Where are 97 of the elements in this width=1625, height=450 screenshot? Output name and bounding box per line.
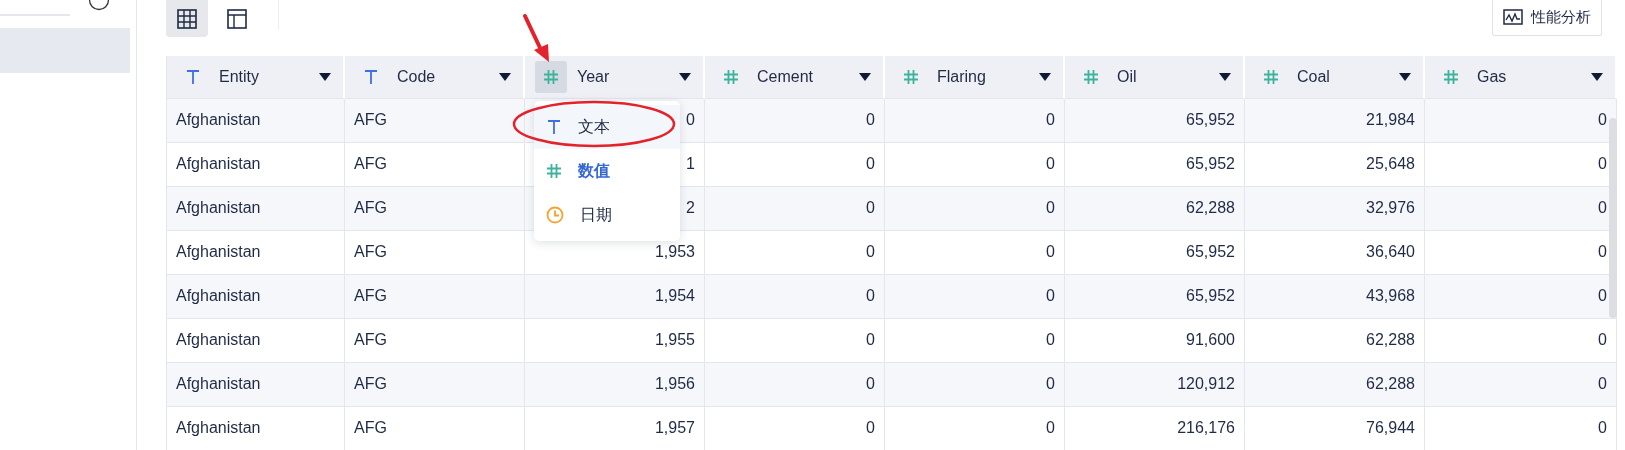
table-cell: 21,984 <box>1245 99 1425 143</box>
table-cell: 62,288 <box>1245 319 1425 363</box>
table-cell: 65,952 <box>1065 99 1245 143</box>
table-cell: Afghanistan <box>167 99 345 143</box>
caret-icon[interactable] <box>499 73 511 81</box>
chart-icon <box>1503 8 1523 27</box>
table-cell: AFG <box>345 143 525 187</box>
table-cell: 43,968 <box>1245 275 1425 319</box>
performance-button[interactable]: 性能分析 <box>1492 0 1602 36</box>
table-cell: 36,640 <box>1245 231 1425 275</box>
caret-icon[interactable] <box>1039 73 1051 81</box>
table-cell: 0 <box>705 99 885 143</box>
table-cell: 0 <box>885 231 1065 275</box>
table-cell: 120,912 <box>1065 363 1245 407</box>
column-title: Code <box>397 68 437 86</box>
table-cell: 0 <box>1425 99 1617 143</box>
table-cell: Afghanistan <box>167 187 345 231</box>
table-cell: 1,954 <box>525 275 705 319</box>
table-cell: AFG <box>345 99 525 143</box>
table-cell: 0 <box>885 275 1065 319</box>
column-header[interactable]: Cement <box>705 56 885 99</box>
caret-icon[interactable] <box>1399 73 1411 81</box>
table-cell: Afghanistan <box>167 231 345 275</box>
table-cell: 0 <box>1425 363 1617 407</box>
table-cell: AFG <box>345 231 525 275</box>
number-type-icon <box>1443 69 1459 85</box>
caret-icon[interactable] <box>1219 73 1231 81</box>
table-cell: 0 <box>705 143 885 187</box>
column-header[interactable]: Coal <box>1245 56 1425 99</box>
table-cell: 32,976 <box>1245 187 1425 231</box>
column-header[interactable]: Entity <box>167 56 345 99</box>
table-cell: 0 <box>885 99 1065 143</box>
table-cell: 62,288 <box>1065 187 1245 231</box>
number-type-icon <box>1263 69 1279 85</box>
table-cell: 0 <box>705 231 885 275</box>
table-cell: 1,956 <box>525 363 705 407</box>
caret-icon[interactable] <box>859 73 871 81</box>
table-cell: 0 <box>885 363 1065 407</box>
table-cell: AFG <box>345 319 525 363</box>
table-cell: 62,288 <box>1245 363 1425 407</box>
column-header[interactable]: Gas <box>1425 56 1617 99</box>
text-type-icon <box>363 69 379 85</box>
column-title: Coal <box>1297 68 1331 86</box>
table-cell: 0 <box>885 319 1065 363</box>
text-type-icon <box>185 69 201 85</box>
column-header[interactable]: Flaring <box>885 56 1065 99</box>
table-cell: 1,955 <box>525 319 705 363</box>
number-type-icon <box>723 69 739 85</box>
number-type-icon <box>903 69 919 85</box>
clock-icon <box>546 206 564 224</box>
table-cell: 0 <box>705 275 885 319</box>
table-cell: AFG <box>345 187 525 231</box>
menu-item-label: 数值 <box>578 160 610 181</box>
table-cell: AFG <box>345 275 525 319</box>
caret-icon[interactable] <box>1591 73 1603 81</box>
table-cell: 0 <box>885 187 1065 231</box>
table-cell: 65,952 <box>1065 275 1245 319</box>
column-header[interactable]: Code <box>345 56 525 99</box>
caret-icon[interactable] <box>679 73 691 81</box>
table-cell: Afghanistan <box>167 143 345 187</box>
menu-item[interactable]: 数值 <box>534 149 680 193</box>
table-cell: Afghanistan <box>167 275 345 319</box>
table-cell: 0 <box>705 363 885 407</box>
table-cell: 91,600 <box>1065 319 1245 363</box>
column-title: Gas <box>1477 68 1508 86</box>
menu-item[interactable]: 日期 <box>534 193 680 237</box>
number-type-icon <box>1083 69 1099 85</box>
column-title: Entity <box>219 68 260 86</box>
column-title: Year <box>577 68 611 86</box>
table-cell: 0 <box>1425 319 1617 363</box>
column-title: Flaring <box>937 68 987 86</box>
column-title: Oil <box>1117 68 1138 86</box>
table-cell: Afghanistan <box>167 319 345 363</box>
table-cell: AFG <box>345 363 525 407</box>
table-cell: 65,952 <box>1065 231 1245 275</box>
number-type-icon <box>546 163 562 179</box>
table-cell: 65,952 <box>1065 143 1245 187</box>
layout-icon <box>227 8 247 29</box>
annotation-arrow <box>522 14 552 64</box>
table-cell: 0 <box>705 187 885 231</box>
scrollbar[interactable] <box>1609 118 1617 318</box>
grid-icon <box>177 8 197 29</box>
menu-item[interactable]: 文本 <box>534 105 680 149</box>
column-header[interactable]: Year <box>525 56 705 99</box>
table-cell: 0 <box>1425 275 1617 319</box>
text-type-icon <box>546 119 562 135</box>
column-title: Cement <box>757 68 815 86</box>
view-button[interactable] <box>166 0 208 37</box>
table-cell: 0 <box>885 143 1065 187</box>
caret-icon[interactable] <box>319 73 331 81</box>
number-type-icon <box>543 69 559 85</box>
menu-item-label: 日期 <box>580 204 612 225</box>
table-cell: Afghanistan <box>167 363 345 407</box>
table-cell: 25,648 <box>1245 143 1425 187</box>
menu-item-label: 文本 <box>578 116 610 137</box>
table-cell: 0 <box>705 319 885 363</box>
column-header[interactable]: Oil <box>1065 56 1245 99</box>
